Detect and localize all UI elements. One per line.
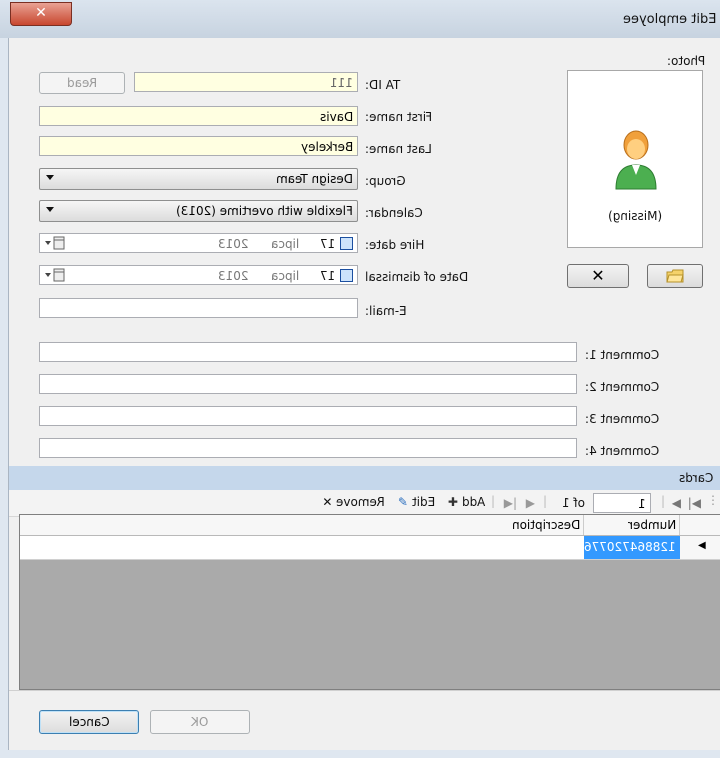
edit-card-button[interactable]: ✎ Edit	[398, 495, 435, 509]
hire-date-picker[interactable]: 17 lipca 2013	[39, 233, 358, 253]
dismissal-date-picker[interactable]: 17 lipca 2013	[39, 265, 358, 285]
plus-icon: ✚	[447, 495, 458, 509]
record-count-label: of 1	[561, 496, 585, 510]
open-folder-icon	[666, 269, 684, 283]
cards-section-header: Cards	[9, 466, 720, 491]
toolbar-separator: |	[542, 494, 547, 508]
cards-grid-header: Number Description	[20, 515, 720, 536]
last-record-icon[interactable]: ▶|	[504, 496, 517, 510]
comment-3-field[interactable]	[39, 406, 577, 426]
close-button[interactable]: ✕	[10, 2, 72, 26]
comment-4-label: Comment 4:	[585, 444, 660, 458]
calendar-dropdown-icon[interactable]	[44, 268, 66, 282]
first-name-field[interactable]: Davis	[39, 106, 358, 126]
ta-id-label: TA ID:	[365, 78, 401, 92]
photo-box[interactable]: (Missing)	[567, 70, 703, 248]
comment-1-label: Comment 1:	[585, 348, 660, 362]
comment-3-label: Comment 3:	[585, 412, 660, 426]
email-label: E-mail:	[365, 304, 407, 318]
hire-date-day: 17	[319, 237, 335, 251]
footer-divider	[9, 690, 720, 691]
clear-photo-button[interactable]: ✕	[567, 264, 629, 288]
record-position-input[interactable]: 1	[593, 493, 651, 513]
column-header-number[interactable]: Number	[583, 515, 680, 535]
comment-1-field[interactable]	[39, 342, 577, 362]
calendar-dropdown-icon[interactable]	[44, 236, 66, 250]
read-button[interactable]: Read	[39, 72, 125, 94]
comment-2-label: Comment 2:	[585, 380, 660, 394]
cards-toolbar: |◀ ◀ | 1 of 1 | ▶ ▶| | ✚ Add ✎ Edit ✕ Re…	[9, 490, 720, 517]
photo-label: Photo:	[666, 54, 705, 68]
edit-employee-window: ✕ Edit employee Photo: (Missing) ✕ TA ID…	[0, 0, 720, 758]
group-label: Group:	[365, 174, 406, 188]
photo-status: (Missing)	[607, 209, 663, 223]
current-row-arrow-icon: ◀	[698, 540, 706, 551]
window-title: Edit employee	[622, 12, 716, 27]
hire-date-label: Hire date:	[365, 238, 425, 252]
ta-id-field[interactable]: 111	[134, 72, 358, 92]
hire-date-month: lipca	[270, 237, 299, 251]
add-card-button[interactable]: ✚ Add	[448, 495, 485, 509]
row-header-corner	[679, 515, 720, 535]
card-description-cell[interactable]	[20, 536, 584, 559]
remove-card-button[interactable]: ✕ Remove	[322, 495, 385, 509]
edit-icon: ✎	[397, 495, 408, 509]
calendar-select[interactable]: Flexible with overtime (2013)	[39, 200, 358, 222]
hire-date-year: 2013	[218, 237, 249, 251]
toolbar-separator: |	[660, 494, 665, 508]
dialog-body: Photo: (Missing) ✕ TA ID: 111 Read First…	[8, 38, 720, 750]
group-select[interactable]: Design Team	[39, 168, 358, 190]
dismissal-date-checkbox[interactable]	[340, 269, 353, 282]
chevron-down-icon	[46, 207, 54, 212]
comment-2-field[interactable]	[39, 374, 577, 394]
comment-4-field[interactable]	[39, 438, 577, 458]
chevron-down-icon	[46, 175, 54, 180]
person-icon	[615, 130, 657, 190]
row-selector[interactable]: ◀	[679, 536, 720, 559]
first-record-icon[interactable]: |◀	[688, 496, 701, 510]
column-header-description[interactable]: Description	[20, 515, 584, 535]
toolbar-separator: |	[490, 494, 495, 508]
cancel-button[interactable]: Cancel	[39, 710, 139, 734]
calendar-label: Calendar:	[365, 206, 423, 220]
first-name-label: First name:	[365, 110, 433, 124]
prev-record-icon[interactable]: ◀	[672, 496, 681, 510]
cards-title: Cards	[678, 471, 713, 485]
dismissal-date-year: 2013	[218, 269, 249, 283]
email-field[interactable]	[39, 298, 358, 318]
delete-icon: ✕	[322, 495, 333, 509]
dismissal-date-day: 17	[319, 269, 335, 283]
next-record-icon[interactable]: ▶	[526, 496, 535, 510]
ok-button[interactable]: OK	[150, 710, 250, 734]
title-bar: ✕ Edit employee	[0, 0, 720, 38]
card-number-cell[interactable]: 128864720776	[584, 536, 680, 559]
last-name-field[interactable]: Berkeley	[39, 136, 358, 156]
dismissal-date-month: lipca	[270, 269, 299, 283]
hire-date-checkbox[interactable]	[340, 237, 353, 250]
table-row[interactable]: ◀ 128864720776	[20, 536, 720, 560]
last-name-label: Last name:	[365, 142, 432, 156]
cards-grid[interactable]: Number Description ◀ 128864720776	[19, 514, 720, 690]
toolbar-grip[interactable]: ⋮	[707, 493, 719, 507]
dismissal-date-label: Date of dismissal	[365, 270, 469, 284]
browse-photo-button[interactable]	[647, 264, 703, 288]
